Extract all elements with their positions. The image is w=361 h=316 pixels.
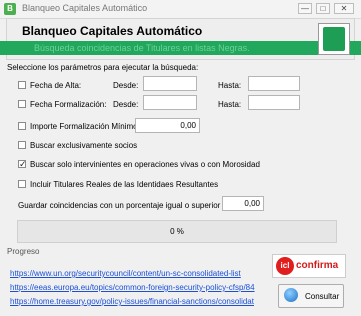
link-un-consolidated-list[interactable]: https://www.un.org/securitycouncil/conte… [10,269,241,278]
fecha-alta-hasta-input[interactable] [248,76,300,91]
app-icon: B [4,3,16,15]
importe-minimo-label: Importe Formalización Mínimo: [30,122,140,131]
fecha-alta-label: Fecha de Alta: [30,81,82,90]
fecha-formalizacion-checkbox[interactable] [18,100,26,108]
minimize-button[interactable]: — [298,3,312,14]
fecha-formalizacion-hasta-label: Hasta: [218,100,242,109]
progress-label: Progreso [7,247,40,256]
instruction-text: Seleccione los parámetros para ejecutar … [7,63,199,72]
importe-minimo-checkbox[interactable] [18,122,26,130]
fecha-alta-desde-label: Desde: [113,81,139,90]
fecha-formalizacion-desde-label: Desde: [113,100,139,109]
page-title: Blanqueo Capitales Automático [22,24,203,38]
globe-icon [284,288,298,302]
progress-bar: 0 % [17,220,337,243]
vivas-checkbox[interactable]: ✓ [18,160,27,169]
porcentaje-label: Guardar coincidencias con un porcentaje … [18,201,230,210]
fecha-alta-hasta-label: Hasta: [218,81,242,90]
socios-label: Buscar exclusivamente socios [30,141,138,150]
close-button[interactable]: ✕ [334,3,354,14]
window-title: Blanqueo Capitales Automático [22,3,148,13]
fecha-formalizacion-desde-input[interactable] [143,95,197,110]
fecha-alta-checkbox[interactable] [18,81,26,89]
importe-minimo-input[interactable]: 0,00 [135,118,200,133]
titulares-reales-label: Incluir Titulares Reales de las Identida… [30,180,219,189]
fecha-formalizacion-label: Fecha Formalización: [30,100,107,109]
titulares-reales-checkbox[interactable] [18,180,26,188]
icl-wordmark: confirma [296,260,339,271]
fecha-formalizacion-hasta-input[interactable] [248,95,300,110]
app-logo-icon [323,27,345,51]
vivas-label: Buscar solo intervinientes en operacione… [30,160,260,169]
fecha-alta-desde-input[interactable] [143,76,197,91]
link-eeas-cfsp[interactable]: https://eeas.europa.eu/topics/common-for… [10,283,255,292]
maximize-button[interactable]: □ [316,3,330,14]
page-subtitle: Búsqueda coincidencias de Titulares en l… [34,43,250,53]
link-treasury-sanctions[interactable]: https://home.treasury.gov/policy-issues/… [10,297,254,306]
consultar-label: Consultar [305,292,340,301]
icl-mark: icl [276,257,294,275]
porcentaje-input[interactable]: 0,00 [222,196,264,211]
socios-checkbox[interactable] [18,141,26,149]
